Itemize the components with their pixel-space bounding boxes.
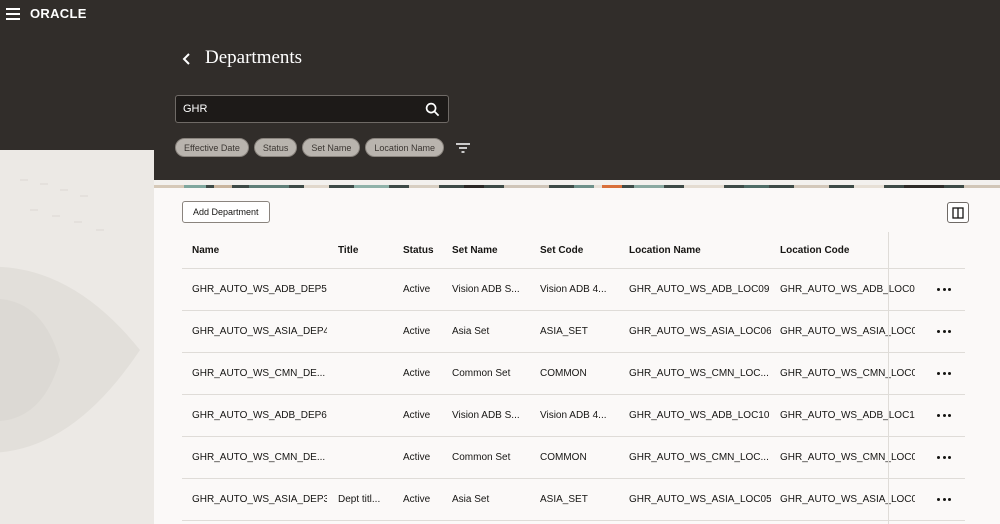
cell-set-name: Asia Set	[452, 494, 490, 505]
cell-location-name: GHR_AUTO_WS_ADB_LOC09	[629, 284, 770, 295]
cell-location-name: GHR_AUTO_WS_ASIA_LOC06	[629, 326, 771, 337]
filter-chip-set-name[interactable]: Set Name	[302, 138, 361, 157]
column-layout-icon	[952, 206, 964, 219]
table-row[interactable]: GHR_AUTO_WS_ASIA_DEP3 Dept titl... Activ…	[182, 479, 965, 521]
departments-table: Name Title Status Set Name Set Code Loca…	[182, 232, 965, 521]
table-row[interactable]: GHR_AUTO_WS_ADB_DEP6 Active Vision ADB S…	[182, 395, 965, 437]
cell-status: Active	[403, 410, 431, 421]
departments-card: Add Department Name Title Status Set Nam…	[154, 188, 1000, 524]
global-header: ORACLE	[0, 0, 1000, 28]
cell-name: GHR_AUTO_WS_ASIA_DEP4	[192, 326, 327, 337]
search-input[interactable]	[183, 96, 413, 122]
header-title[interactable]: Title	[338, 245, 392, 256]
table-row[interactable]: GHR_AUTO_WS_CMN_DE... Active Common Set …	[182, 437, 965, 479]
filter-chip-effective-date[interactable]: Effective Date	[175, 138, 249, 157]
filter-chip-status[interactable]: Status	[253, 138, 298, 157]
search-icon[interactable]	[425, 102, 440, 117]
cell-name: GHR_AUTO_WS_ADB_DEP5	[192, 284, 327, 295]
table-row[interactable]: GHR_AUTO_WS_ADB_DEP5 Active Vision ADB S…	[182, 269, 965, 311]
cell-set-code: Vision ADB 4...	[540, 284, 607, 295]
cell-location-code: GHR_AUTO_WS_ADB_LOC10	[780, 410, 915, 421]
cell-name: GHR_AUTO_WS_ADB_DEP6	[192, 410, 327, 421]
cell-name: GHR_AUTO_WS_CMN_DE...	[192, 452, 326, 463]
search-field[interactable]	[175, 95, 449, 123]
column-layout-button[interactable]	[947, 202, 969, 223]
cell-location-name: GHR_AUTO_WS_CMN_LOC...	[629, 452, 769, 463]
cell-location-code: GHR_AUTO_WS_CMN_LOC03	[780, 452, 915, 463]
cell-set-code: ASIA_SET	[540, 494, 588, 505]
hamburger-icon[interactable]	[6, 8, 20, 20]
background-panel	[0, 150, 154, 524]
more-horizontal-icon[interactable]	[934, 366, 954, 382]
actions-column-divider	[888, 232, 889, 524]
more-horizontal-icon[interactable]	[934, 408, 954, 424]
header-set-name[interactable]: Set Name	[452, 245, 532, 256]
cell-status: Active	[403, 452, 431, 463]
cell-set-name: Common Set	[452, 368, 511, 379]
header-status[interactable]: Status	[403, 245, 448, 256]
header-location-name[interactable]: Location Name	[629, 245, 771, 256]
decorative-banner	[154, 180, 1000, 188]
cell-title: Dept titl...	[338, 494, 381, 505]
more-horizontal-icon[interactable]	[934, 282, 954, 298]
cell-set-code: COMMON	[540, 452, 587, 463]
back-button[interactable]	[178, 48, 196, 70]
cell-status: Active	[403, 494, 431, 505]
more-horizontal-icon[interactable]	[934, 450, 954, 466]
table-header-row: Name Title Status Set Name Set Code Loca…	[182, 232, 965, 269]
cell-location-name: GHR_AUTO_WS_ADB_LOC10	[629, 410, 770, 421]
cell-status: Active	[403, 326, 431, 337]
header-location-code[interactable]: Location Code	[780, 245, 915, 256]
filter-chip-location-name[interactable]: Location Name	[365, 138, 444, 157]
filter-icon[interactable]	[455, 142, 471, 154]
cell-location-code: GHR_AUTO_WS_ADB_LOC09_u	[780, 284, 915, 295]
cell-set-code: ASIA_SET	[540, 326, 588, 337]
more-horizontal-icon[interactable]	[934, 492, 954, 508]
cell-set-code: COMMON	[540, 368, 587, 379]
cell-location-code: GHR_AUTO_WS_CMN_LOC01	[780, 368, 915, 379]
cell-status: Active	[403, 368, 431, 379]
cell-set-name: Asia Set	[452, 326, 490, 337]
cell-status: Active	[403, 284, 431, 295]
cell-name: GHR_AUTO_WS_ASIA_DEP3	[192, 494, 327, 505]
cell-location-name: GHR_AUTO_WS_CMN_LOC...	[629, 368, 769, 379]
table-row[interactable]: GHR_AUTO_WS_ASIA_DEP4 Active Asia Set AS…	[182, 311, 965, 353]
more-horizontal-icon[interactable]	[934, 324, 954, 340]
header-name[interactable]: Name	[192, 245, 327, 256]
cell-set-name: Vision ADB S...	[452, 410, 520, 421]
cell-set-name: Common Set	[452, 452, 511, 463]
cell-location-code: GHR_AUTO_WS_ASIA_LOC05	[780, 494, 915, 505]
header-set-code[interactable]: Set Code	[540, 245, 620, 256]
chevron-left-icon	[182, 53, 190, 65]
add-department-button[interactable]: Add Department	[182, 201, 270, 223]
oracle-logo: ORACLE	[30, 6, 87, 21]
cell-set-name: Vision ADB S...	[452, 284, 520, 295]
page-title: Departments	[205, 47, 303, 68]
cell-location-code: GHR_AUTO_WS_ASIA_LOC06	[780, 326, 915, 337]
cell-location-name: GHR_AUTO_WS_ASIA_LOC05	[629, 494, 771, 505]
filter-chips: Effective Date Status Set Name Location …	[175, 138, 471, 157]
table-row[interactable]: GHR_AUTO_WS_CMN_DE... Active Common Set …	[182, 353, 965, 395]
cell-set-code: Vision ADB 4...	[540, 410, 607, 421]
cell-name: GHR_AUTO_WS_CMN_DE...	[192, 368, 326, 379]
